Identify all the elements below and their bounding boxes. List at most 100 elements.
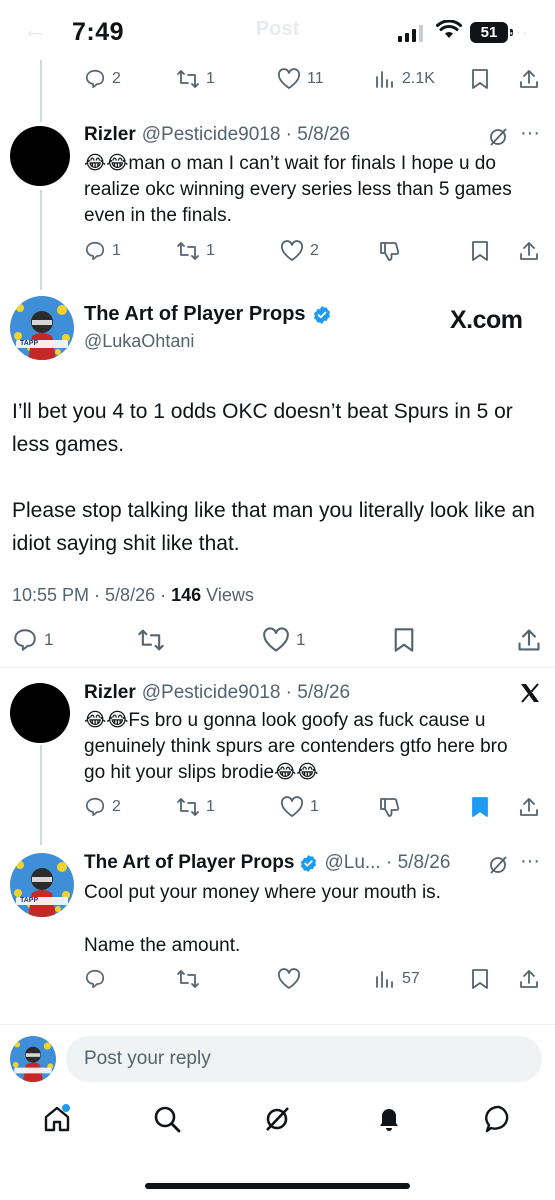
more-options-icon[interactable]: ··· xyxy=(520,122,540,145)
views-button[interactable]: 57 xyxy=(374,968,420,990)
avatar[interactable] xyxy=(10,126,70,186)
my-avatar[interactable] xyxy=(10,1036,56,1082)
repost-button[interactable]: 1 xyxy=(176,796,215,818)
author-line: The Art of Player Props xyxy=(84,303,332,326)
repost-icon xyxy=(177,70,199,88)
tweet-text: I’ll bet you 4 to 1 odds OKC doesn’t bea… xyxy=(12,395,547,593)
share-button[interactable] xyxy=(518,968,540,990)
dislike-button[interactable] xyxy=(378,240,400,262)
like-button[interactable]: 11 xyxy=(277,68,324,90)
repost-icon xyxy=(177,970,199,988)
author-name[interactable]: The Art of Player Props xyxy=(84,852,294,874)
author-handle-date: @Lu... · 5/8/26 xyxy=(324,852,451,873)
bookmark-button[interactable] xyxy=(392,627,416,653)
author-handle-date: @Pesticide9018 · 5/8/26 xyxy=(141,124,351,145)
reply-icon xyxy=(14,629,36,651)
like-button[interactable]: 2 xyxy=(280,240,319,262)
avatar[interactable]: TAPP xyxy=(10,296,74,360)
bookmark-icon xyxy=(472,969,488,989)
status-time: 7:49 xyxy=(72,18,125,46)
reply-button[interactable]: 2 xyxy=(84,68,121,90)
messages-icon[interactable] xyxy=(484,1104,514,1134)
reply1-action-row: 1 1 2 xyxy=(0,240,555,268)
tweet-meta: 10:55 PM · 5/8/26 · 146 Views xyxy=(12,585,254,606)
divider xyxy=(0,1024,555,1025)
reply-button[interactable]: 1 xyxy=(84,240,121,262)
tweet-text: 😂😂man o man I can’t wait for finals I ho… xyxy=(84,153,512,226)
grok-icon[interactable] xyxy=(487,854,509,876)
bookmark-filled-icon xyxy=(472,797,488,817)
bookmark-button[interactable] xyxy=(470,68,490,90)
like-button[interactable] xyxy=(277,968,301,990)
repost-count: 1 xyxy=(206,798,215,815)
divider xyxy=(0,667,555,668)
xcom-badge: X.com xyxy=(450,306,523,334)
reply-button[interactable]: 1 xyxy=(12,627,53,653)
avatar-image xyxy=(10,296,74,360)
more-icon[interactable]: ··· xyxy=(508,22,528,45)
tweet-paragraph: I’ll bet you 4 to 1 odds OKC doesn’t bea… xyxy=(12,400,513,456)
author-name[interactable]: Rizler xyxy=(84,682,136,704)
parent-action-row: 2 1 11 2.1K xyxy=(0,68,555,96)
thread-line xyxy=(40,745,42,845)
heart-icon xyxy=(277,968,301,989)
wifi-icon xyxy=(436,20,462,38)
battery-indicator: 51 xyxy=(470,22,513,43)
reply3-action-row: 57 xyxy=(0,968,555,996)
like-button[interactable]: 1 xyxy=(262,627,305,653)
avatar-image xyxy=(10,853,74,917)
author-handle[interactable]: @LukaOhtani xyxy=(84,331,194,352)
more-options-icon[interactable]: ··· xyxy=(520,850,540,873)
bookmark-icon xyxy=(472,241,488,261)
like-count: 11 xyxy=(307,70,324,87)
repost-button[interactable]: 1 xyxy=(176,68,215,90)
status-bar: ← Post 7:49 51 ··· xyxy=(0,0,555,64)
reply-icon xyxy=(85,69,105,89)
grok-icon[interactable] xyxy=(262,1104,292,1134)
reply-button[interactable] xyxy=(84,968,106,990)
avatar[interactable]: TAPP xyxy=(10,853,74,917)
share-button[interactable] xyxy=(518,68,540,90)
bottom-tab-bar xyxy=(0,1096,555,1156)
tweet-author-line: Rizler @Pesticide9018 · 5/8/26 xyxy=(84,682,350,704)
thumbs-down-icon xyxy=(380,798,400,817)
repost-button[interactable]: 1 xyxy=(176,240,215,262)
like-button[interactable]: 1 xyxy=(280,796,319,818)
heart-icon xyxy=(263,627,289,652)
home-indicator xyxy=(145,1183,410,1189)
search-icon[interactable] xyxy=(152,1104,182,1134)
share-button[interactable] xyxy=(518,796,540,818)
avatar-caption: TAPP xyxy=(20,897,39,904)
repost-button[interactable] xyxy=(137,627,165,653)
views-count: 2.1K xyxy=(402,70,435,87)
repost-button[interactable] xyxy=(176,968,200,990)
share-icon xyxy=(520,70,538,88)
author-handle-date: @Pesticide9018 · 5/8/26 xyxy=(141,682,351,703)
reply-icon xyxy=(85,241,105,261)
repost-count: 1 xyxy=(206,70,215,87)
avatar[interactable] xyxy=(10,683,70,743)
grok-icon[interactable] xyxy=(487,126,509,148)
bookmark-button[interactable] xyxy=(470,968,490,990)
share-icon xyxy=(518,629,540,651)
like-count: 2 xyxy=(310,242,319,259)
reply-input[interactable]: Post your reply xyxy=(66,1036,542,1082)
share-button[interactable] xyxy=(516,627,542,653)
x-logo-icon xyxy=(521,683,539,703)
notifications-bell-icon[interactable] xyxy=(374,1104,404,1134)
bookmark-button-active[interactable] xyxy=(470,796,490,818)
reply-count: 2 xyxy=(112,798,121,815)
tweet-text: 😂😂Fs bro u gonna look goofy as fuck caus… xyxy=(84,710,508,783)
tweet-timestamp: 10:55 PM · 5/8/26 · xyxy=(12,585,172,605)
tweet-paragraph: Please stop talking like that man you li… xyxy=(12,499,535,555)
author-name[interactable]: Rizler xyxy=(84,124,136,146)
reply-icon xyxy=(85,797,105,817)
reply-count: 2 xyxy=(112,70,121,87)
main-action-row: 1 1 xyxy=(0,627,555,655)
reply-button[interactable]: 2 xyxy=(84,796,121,818)
bookmark-button[interactable] xyxy=(470,240,490,262)
dislike-button[interactable] xyxy=(378,796,400,818)
share-button[interactable] xyxy=(518,240,540,262)
author-name[interactable]: The Art of Player Props xyxy=(84,303,306,326)
views-button[interactable]: 2.1K xyxy=(374,68,435,90)
